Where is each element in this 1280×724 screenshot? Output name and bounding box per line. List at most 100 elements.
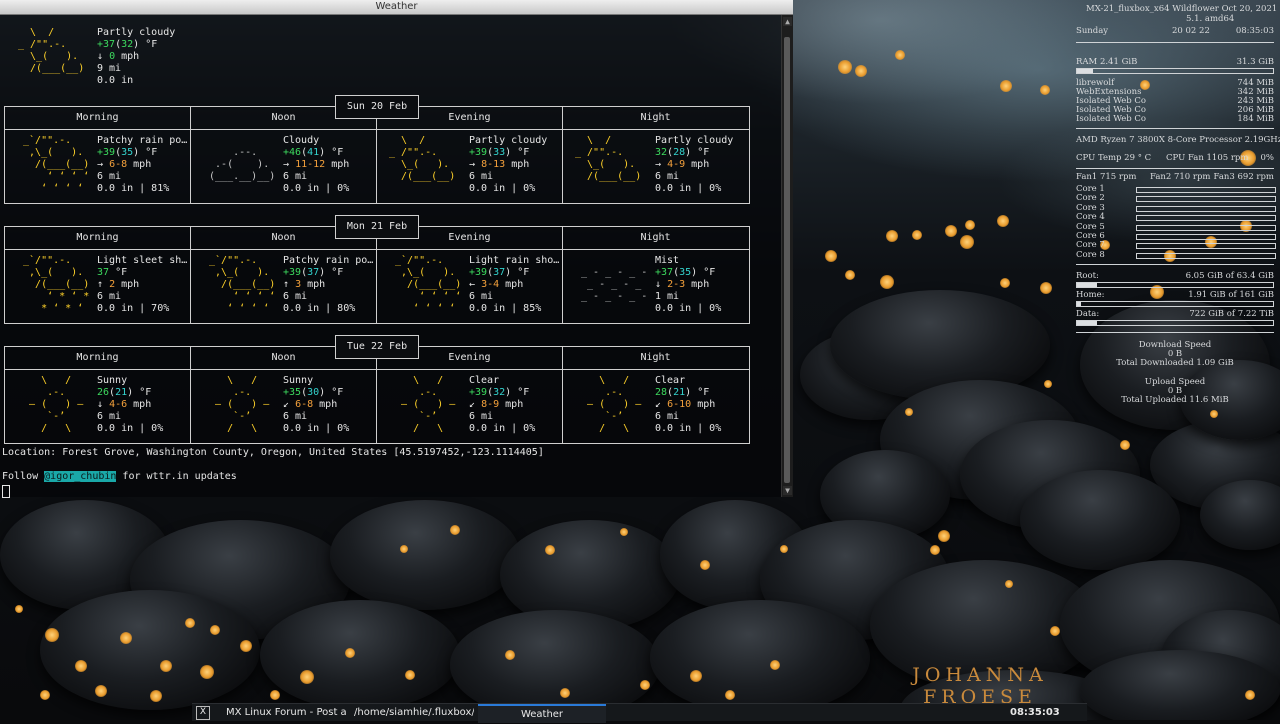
art-line: ‘ * ‘ * (17, 291, 90, 302)
art-line: .--. (203, 147, 258, 158)
art-line: ― ( ) ― (203, 399, 270, 410)
info-line: 0.0 in | 0% (655, 303, 721, 315)
weather-art: \ / _ /"".-. \_( ). /(___(__) (389, 135, 455, 195)
forecast-info: Sunny 26(21) °F ↓ 4-6 mph 6 mi 0.0 in | 0% (97, 375, 163, 435)
terminal-scrollbar[interactable]: ▲ ▼ (781, 15, 793, 497)
core-usage-bar (1136, 252, 1276, 259)
info-line: ↙ 6-10 mph (655, 399, 721, 411)
forecast-day-table: Morning Noon Evening Night Mon 21 Feb _`/"".… (4, 215, 750, 324)
info-line: +39(35) °F (97, 147, 158, 158)
info-line: Sunny (283, 375, 349, 387)
bokeh-light (1210, 410, 1218, 418)
temp-unit: °F (517, 387, 530, 398)
info-line: 0.0 in | 70% (97, 303, 187, 315)
bokeh-light (960, 235, 974, 249)
wind-arrow-icon: → (283, 159, 290, 170)
rock-shape (260, 600, 460, 710)
taskbar-item-weather[interactable]: Weather (478, 704, 606, 723)
temp-high: +46 (283, 147, 302, 158)
cpu-name: AMD Ryzen 7 3800X 8-Core Processor 2.19G… (1076, 135, 1280, 145)
info-line: Patchy rain po… (97, 135, 187, 147)
wind-unit: mph (691, 159, 710, 170)
info-line: 0.0 in | 0% (283, 183, 349, 195)
terminal-window[interactable]: Weather \ / _ /"".-. \_( ). /(___(__) Par… (0, 0, 793, 498)
current-wind-speed: 0 (109, 51, 116, 62)
temp-high: 26 (97, 387, 110, 398)
conky-host: MX-21_fluxbox_x64 Wildflower Oct 20, 202… (1086, 4, 1278, 14)
conky-divider (1076, 264, 1274, 265)
art-line: /(___(__) (17, 159, 90, 170)
info-line: 0.0 in | 80% (283, 303, 373, 315)
visibility: 6 mi (283, 291, 308, 302)
art-line: /(___(__) (17, 279, 90, 290)
info-line: Partly cloudy (655, 135, 733, 147)
scrollbar-thumb[interactable] (784, 37, 790, 483)
precipitation: 0.0 in | 0% (469, 183, 536, 194)
bokeh-light (240, 640, 252, 652)
info-line: 0.0 in | 0% (655, 183, 733, 195)
wind-unit: mph (511, 159, 530, 170)
rock-shape (1020, 470, 1180, 570)
forecast-date: Tue 22 Feb (335, 335, 419, 359)
temp-high: +39 (469, 267, 488, 278)
visibility: 6 mi (283, 171, 308, 182)
bokeh-light (75, 660, 87, 672)
forecast-cell: .--. .-( ). (___.__)__) Cloudy +46(41) °F →… (191, 130, 376, 202)
info-line: 6 mi (469, 291, 559, 303)
scroll-down-arrow-icon[interactable]: ▼ (783, 486, 792, 495)
art-line: /(___(__) (18, 63, 85, 74)
window-title: Weather (375, 1, 418, 12)
forecast-condition: Patchy rain po… (283, 255, 374, 266)
art-line: /(___(__) (575, 171, 642, 182)
forecast-cell: \ / _ /"".-. \_( ). /(___(__) Partly cloud… (563, 130, 748, 202)
bokeh-light (1245, 690, 1255, 700)
info-line: ↙ 6-8 mph (283, 399, 349, 411)
info-line: 6 mi (97, 291, 187, 303)
conky-day: Sunday (1076, 26, 1109, 36)
precipitation: 0.0 in | 0% (655, 183, 722, 194)
bokeh-light (880, 275, 894, 289)
art-line: (___.__)__) (203, 171, 276, 182)
scroll-up-arrow-icon[interactable]: ▲ (783, 17, 792, 26)
bokeh-light (997, 215, 1009, 227)
bokeh-light (1044, 380, 1052, 388)
ram-total: 31.3 GiB (1236, 57, 1274, 67)
info-line: +39(37) °F (283, 267, 344, 278)
forecast-cell: \ / .-. ― ( ) ― `-’ / \ Sunny 26(21) °F ↓ 4… (5, 370, 190, 442)
terminal-body[interactable]: \ / _ /"".-. \_( ). /(___(__) Partly clou… (0, 15, 782, 498)
period-header: Night (640, 352, 671, 363)
twitter-handle-link[interactable]: @igor_chubin (44, 471, 117, 482)
info-line: Patchy rain po… (283, 255, 373, 267)
forecast-info: Light sleet sh… 37 °F ↑ 2 mph 6 mi 0.0 in | … (97, 255, 187, 315)
bokeh-light (1000, 80, 1012, 92)
bokeh-light (912, 230, 922, 240)
close-window-icon[interactable]: X (196, 706, 210, 720)
info-line: 0.0 in | 0% (655, 423, 721, 435)
bokeh-light (1040, 282, 1052, 294)
taskbar-item-forum[interactable]: MX Linux Forum - Post a ... (226, 704, 348, 721)
info-line: Light sleet sh… (97, 255, 187, 267)
art-line: \ / (17, 375, 72, 386)
temp-high: 37 (97, 267, 110, 278)
precipitation: 0.0 in | 70% (97, 303, 170, 314)
taskbar-item-fluxbox[interactable]: /home/siamhie/.fluxbox/... (354, 704, 474, 721)
art-line: `-’ (575, 411, 624, 422)
window-title-bar[interactable]: Weather (0, 0, 793, 15)
wind-unit: mph (331, 159, 350, 170)
conky-divider (1076, 42, 1274, 43)
wind-arrow-icon: ↑ (283, 279, 290, 290)
forecast-day-table: Morning Noon Evening Night Sun 20 Feb _`/"".… (4, 95, 750, 204)
temp-unit: °F (115, 267, 128, 278)
core-usage-bar (1136, 205, 1276, 212)
period-header: Morning (76, 112, 119, 123)
art-line: \ / (389, 135, 426, 146)
forecast-condition: Sunny (97, 375, 128, 386)
art-line: _ /"".-. (18, 39, 67, 50)
wind-speed: 8-9 (481, 399, 500, 410)
location-line: Location: Forest Grove, Washington Count… (2, 447, 544, 458)
info-line: → 4-9 mph (655, 159, 733, 171)
forecast-cell: \ / .-. ― ( ) ― `-’ / \ Sunny +35(30) °F ↙ … (191, 370, 376, 442)
info-line: 26(21) °F (97, 387, 152, 398)
precipitation: 0.0 in | 81% (97, 183, 170, 194)
art-line: _`/"".-. (203, 255, 258, 266)
